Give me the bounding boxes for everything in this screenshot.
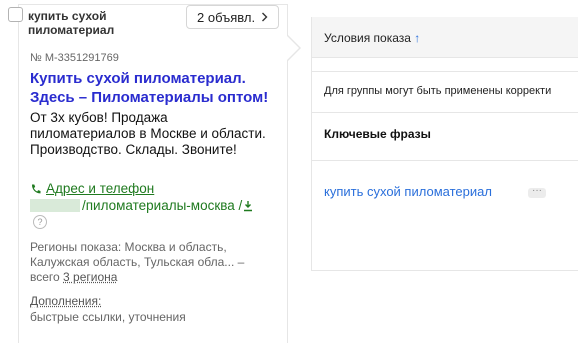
conditions-title[interactable]: Условия показа ↑: [324, 31, 420, 45]
more-options-button[interactable]: ···: [528, 186, 546, 198]
group-note: Для группы могут быть применены корректи: [324, 85, 552, 97]
conditions-header[interactable]: Условия показа ↑: [312, 17, 578, 58]
sort-arrow-icon[interactable]: ↑: [414, 31, 420, 45]
ad-number: № М-3351291769: [30, 52, 119, 64]
ads-count-button[interactable]: 2 объявл.: [186, 5, 280, 29]
ad-title[interactable]: Купить сухой пиломатериал. Здесь – Пилом…: [30, 69, 280, 107]
phone-icon: [31, 184, 41, 193]
chevron-right-icon: [262, 12, 268, 22]
ads-count-label: 2 объявл.: [197, 9, 256, 25]
display-url[interactable]: /пиломатериалы-москва /: [30, 198, 254, 213]
conditions-title-label: Условия показа: [324, 31, 411, 45]
group-note-row: Для группы могут быть применены корректи: [312, 71, 578, 113]
contacts-link[interactable]: Адрес и телефон: [30, 181, 154, 196]
display-url-path: /пиломатериалы-москва /: [82, 198, 243, 213]
extras-value: быстрые ссылки, уточнения: [30, 310, 186, 324]
divider: [312, 160, 578, 161]
conditions-table: Условия показа ↑ Для группы могут быть п…: [311, 17, 578, 271]
card-pointer: [286, 34, 301, 62]
contacts-label: Адрес и телефон: [46, 181, 155, 196]
keyword-phrase-link[interactable]: купить сухой пиломатериал: [324, 184, 492, 199]
regions-info: Регионы показа: Москва и область, Калужс…: [30, 240, 270, 285]
help-icon[interactable]: ?: [33, 215, 47, 229]
regions-link[interactable]: 3 региона: [63, 270, 117, 284]
extras-label[interactable]: Дополнения:: [30, 294, 101, 308]
select-checkbox[interactable]: [8, 7, 23, 22]
phrase-title: купить сухой пиломатериал: [28, 9, 115, 37]
phrases-heading: Ключевые фразы: [324, 127, 431, 141]
download-icon: [244, 200, 253, 211]
ad-text: От 3х кубов! Продажа пиломатериалов в Мо…: [30, 110, 266, 157]
domain-blur: [30, 199, 80, 212]
